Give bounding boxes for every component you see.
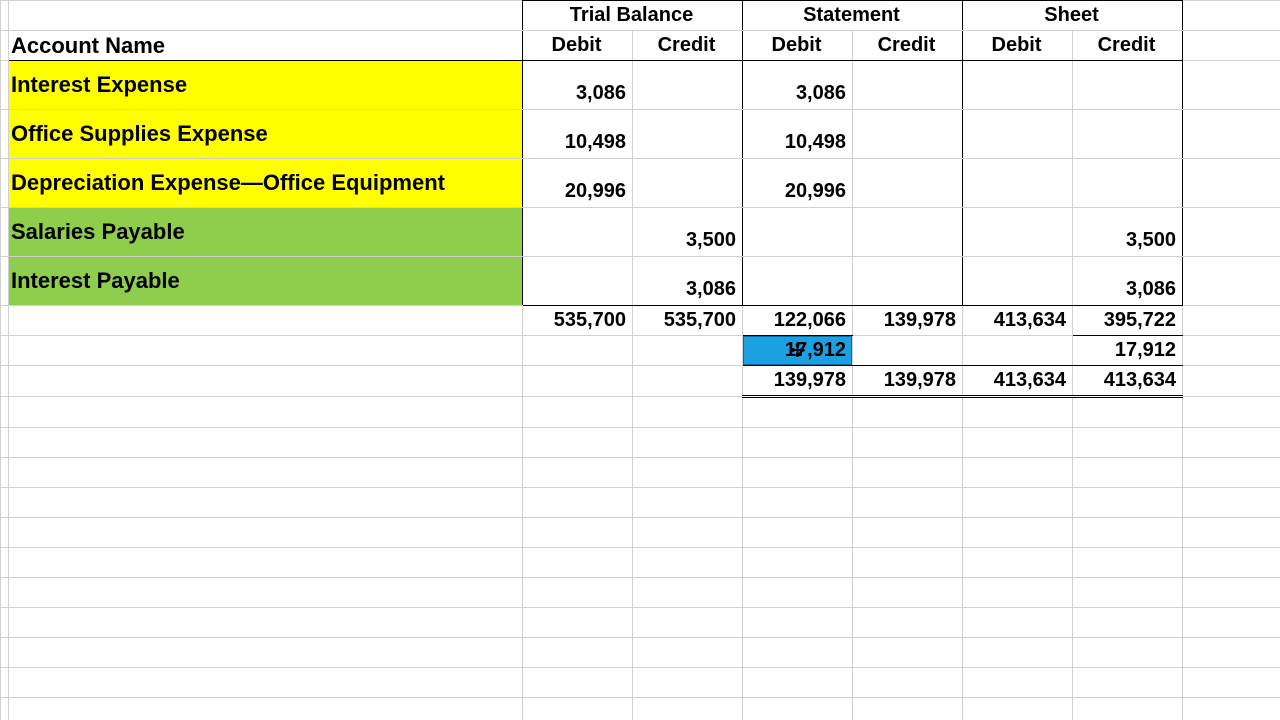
empty-row[interactable] bbox=[1, 578, 1280, 608]
empty-row[interactable] bbox=[1, 397, 1280, 428]
empty-row[interactable] bbox=[1, 488, 1280, 518]
empty-row[interactable] bbox=[1, 458, 1280, 488]
table-row[interactable]: Interest Payable 3,086 3,086 bbox=[1, 257, 1280, 306]
col-sheet: Sheet bbox=[963, 1, 1183, 31]
account-cell[interactable]: Office Supplies Expense bbox=[9, 110, 523, 159]
totals-row-2[interactable]: 17,912 ✢ 17,912 bbox=[1, 336, 1280, 366]
col-statement: Statement bbox=[743, 1, 963, 31]
empty-row[interactable] bbox=[1, 698, 1280, 720]
selected-cell[interactable]: 17,912 ✢ bbox=[743, 336, 853, 366]
selected-cell-value: 17,912 bbox=[785, 339, 846, 361]
totals-row-1[interactable]: 535,700 535,700 122,066 139,978 413,634 … bbox=[1, 306, 1280, 336]
col-trial-balance: Trial Balance bbox=[523, 1, 743, 31]
header-row-sections: Trial Balance Statement Sheet bbox=[1, 1, 1280, 31]
account-cell[interactable]: Salaries Payable bbox=[9, 208, 523, 257]
account-cell[interactable]: Interest Expense bbox=[9, 61, 523, 110]
totals-row-3[interactable]: 139,978 139,978 413,634 413,634 bbox=[1, 366, 1280, 397]
empty-row[interactable] bbox=[1, 428, 1280, 458]
worksheet-table[interactable]: Trial Balance Statement Sheet Account Na… bbox=[0, 0, 1280, 720]
empty-row[interactable] bbox=[1, 518, 1280, 548]
header-row-dc: Account Name Debit Credit Debit Credit D… bbox=[1, 31, 1280, 61]
empty-row[interactable] bbox=[1, 608, 1280, 638]
col-account-name: Account Name bbox=[9, 31, 523, 61]
table-row[interactable]: Salaries Payable 3,500 3,500 bbox=[1, 208, 1280, 257]
empty-row[interactable] bbox=[1, 668, 1280, 698]
table-row[interactable]: Interest Expense 3,086 3,086 bbox=[1, 61, 1280, 110]
account-cell[interactable]: Depreciation Expense—Office Equipment bbox=[9, 159, 523, 208]
empty-row[interactable] bbox=[1, 548, 1280, 578]
table-row[interactable]: Office Supplies Expense 10,498 10,498 bbox=[1, 110, 1280, 159]
table-row[interactable]: Depreciation Expense—Office Equipment 20… bbox=[1, 159, 1280, 208]
account-cell[interactable]: Interest Payable bbox=[9, 257, 523, 306]
empty-row[interactable] bbox=[1, 638, 1280, 668]
